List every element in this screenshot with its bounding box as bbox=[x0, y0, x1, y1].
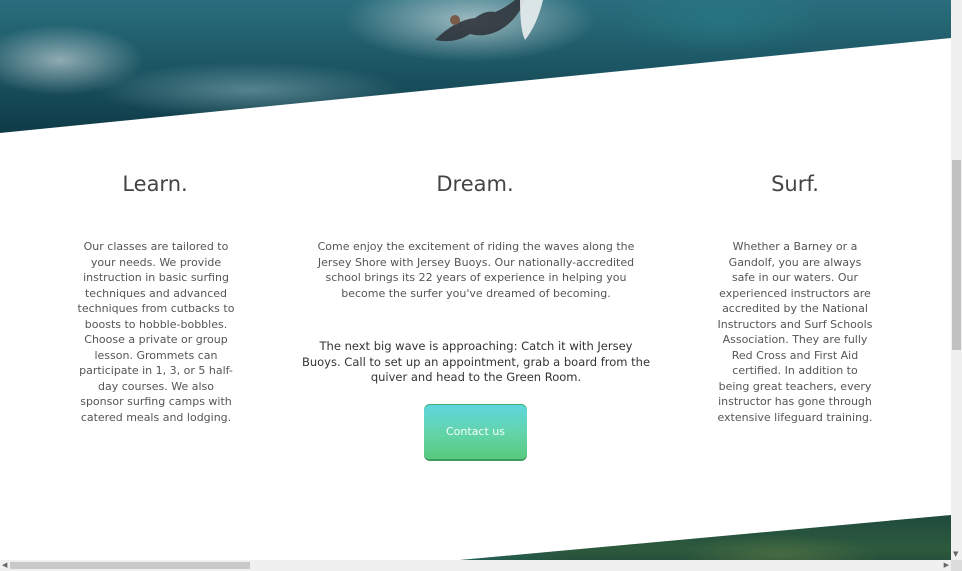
scroll-left-icon[interactable]: ◀ bbox=[2, 561, 7, 570]
scroll-right-icon[interactable]: ▶ bbox=[944, 561, 949, 570]
learn-heading: Learn. bbox=[122, 172, 188, 196]
horizontal-scroll-thumb[interactable] bbox=[10, 562, 250, 569]
dream-call-to-action: The next big wave is approaching: Catch … bbox=[301, 339, 651, 384]
horizontal-scrollbar[interactable]: ◀ ▶ bbox=[0, 560, 951, 571]
surfer-figure bbox=[435, 0, 543, 42]
learn-description: Our classes are tailored to your needs. … bbox=[77, 240, 235, 424]
contact-us-button[interactable]: Contact us bbox=[424, 404, 527, 459]
surfer-wave-image bbox=[0, 0, 951, 133]
surf-description: Whether a Barney or a Gandolf, you are a… bbox=[717, 240, 873, 424]
page: Learn. Our classes are tailored to your … bbox=[0, 0, 951, 571]
dream-heading: Dream. bbox=[436, 172, 514, 196]
vertical-scrollbar[interactable]: ▼ bbox=[951, 0, 962, 560]
surf-heading: Surf. bbox=[771, 172, 819, 196]
dream-description: Come enjoy the excitement of riding the … bbox=[317, 240, 635, 300]
scroll-down-icon[interactable]: ▼ bbox=[953, 551, 958, 558]
scrollbar-corner bbox=[951, 560, 962, 571]
vertical-scroll-thumb[interactable] bbox=[952, 160, 961, 350]
